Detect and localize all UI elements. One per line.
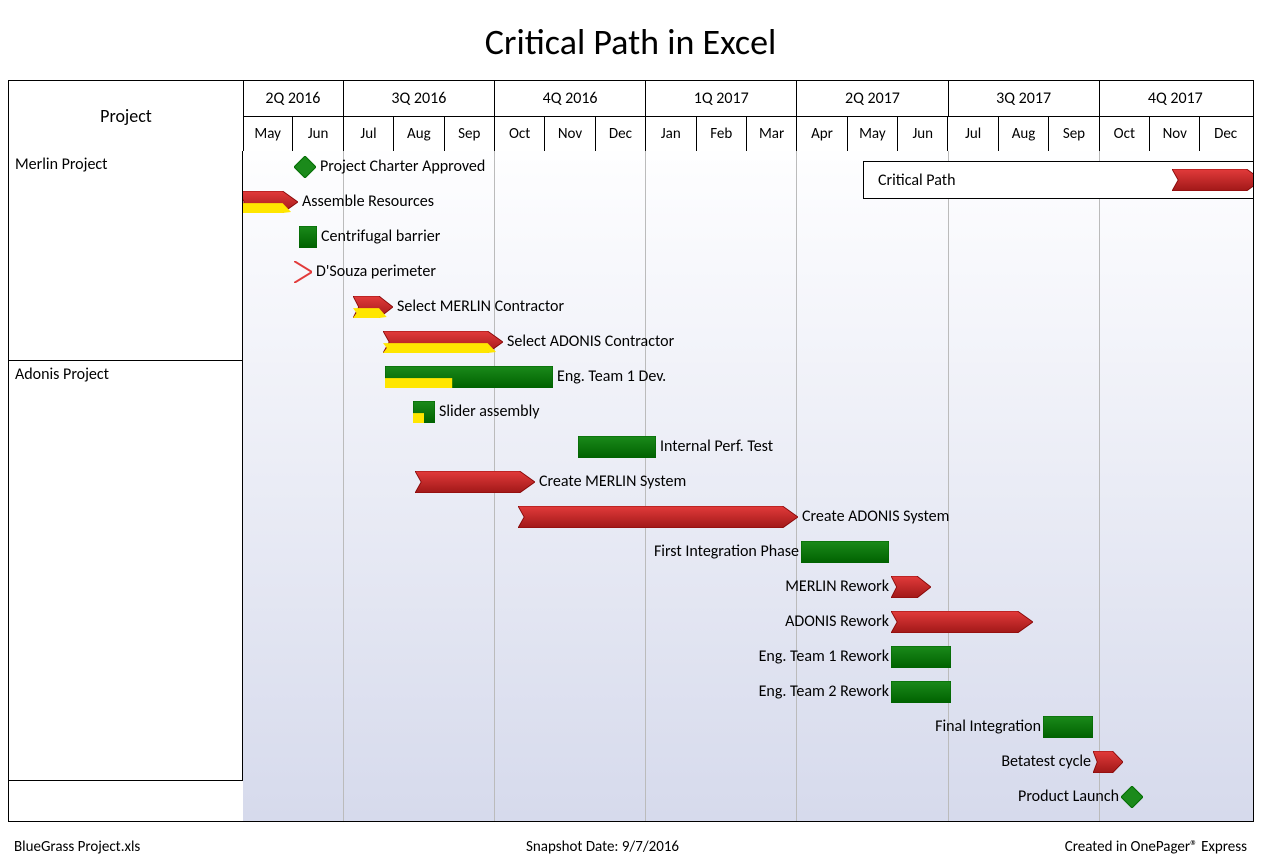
task-bar[interactable] [299, 226, 317, 248]
gantt-row: Product Launch [243, 781, 1253, 816]
month-header: Nov [1150, 116, 1200, 151]
month-header: Oct [495, 116, 545, 151]
task-bar[interactable] [891, 646, 951, 668]
arrow-outline-icon[interactable] [294, 261, 312, 283]
milestone-diamond-icon[interactable] [294, 156, 316, 178]
gantt-row: Select MERLIN Contractor [243, 291, 1253, 326]
chart-title: Critical Path in Excel [0, 0, 1261, 74]
gantt-row: Internal Perf. Test [243, 431, 1253, 466]
quarter-header: 2Q 2017 [797, 81, 948, 116]
gantt-row: Eng. Team 1 Rework [243, 641, 1253, 676]
critical-arrow-icon[interactable] [518, 506, 798, 528]
task-bar[interactable] [385, 366, 553, 388]
month-header: Jan [646, 116, 696, 151]
gantt-row: Create MERLIN System [243, 466, 1253, 501]
legend-shape-icon [1172, 169, 1253, 191]
month-header: Jun [898, 116, 948, 151]
gantt-row: Select ADONIS Contractor [243, 326, 1253, 361]
gantt-row: MERLIN Rework [243, 571, 1253, 606]
month-header: Dec [596, 116, 646, 151]
task-label: Slider assembly [439, 402, 540, 421]
task-label: Select ADONIS Contractor [507, 332, 674, 351]
task-bar[interactable] [891, 681, 951, 703]
task-label: Final Integration [935, 717, 1041, 736]
task-label: Eng. Team 1 Rework [759, 647, 889, 666]
month-header: Feb [697, 116, 747, 151]
task-bar[interactable] [1043, 716, 1093, 738]
gantt-plot: Critical Path Project Charter Approved As… [243, 151, 1253, 821]
group-cell: Adonis Project [9, 361, 243, 781]
quarter-header: 4Q 2017 [1100, 81, 1251, 116]
critical-arrow-icon[interactable] [1093, 751, 1123, 773]
task-label: Eng. Team 2 Rework [759, 682, 889, 701]
month-header: Jul [344, 116, 394, 151]
month-header: May [848, 116, 898, 151]
gantt-row: D'Souza perimeter [243, 256, 1253, 291]
project-header: Project [9, 81, 244, 152]
task-label: MERLIN Rework [785, 577, 889, 596]
month-header: Aug [394, 116, 444, 151]
footer-center: Snapshot Date: 9/7/2016 [526, 838, 679, 862]
task-label: Internal Perf. Test [660, 437, 773, 456]
quarter-header: 1Q 2017 [646, 81, 797, 116]
task-bar[interactable] [578, 436, 656, 458]
gantt-row: Create ADONIS System [243, 501, 1253, 536]
critical-arrow-icon[interactable] [353, 296, 393, 318]
quarter-header: 2Q 2016 [243, 81, 344, 116]
page: Critical Path in Excel Project 2Q 20163Q… [0, 0, 1261, 862]
task-label: Assemble Resources [302, 192, 434, 211]
task-label: Eng. Team 1 Dev. [557, 367, 666, 386]
month-header: Sep [1049, 116, 1099, 151]
gantt-row: First Integration Phase [243, 536, 1253, 571]
critical-arrow-icon[interactable] [243, 191, 298, 213]
legend: Critical Path [863, 161, 1253, 199]
critical-arrow-icon[interactable] [891, 576, 931, 598]
gantt-row: Eng. Team 1 Dev. [243, 361, 1253, 396]
quarter-header-row: 2Q 20163Q 20164Q 20161Q 20172Q 20173Q 20… [243, 81, 1253, 117]
month-header: Oct [1100, 116, 1150, 151]
task-label: Create MERLIN System [539, 472, 686, 491]
task-bar[interactable] [801, 541, 889, 563]
critical-arrow-icon[interactable] [415, 471, 535, 493]
quarter-header: 3Q 2017 [949, 81, 1100, 116]
month-header: Jul [948, 116, 998, 151]
legend-label: Critical Path [878, 171, 1172, 190]
month-header: Mar [747, 116, 797, 151]
gantt-row: ADONIS Rework [243, 606, 1253, 641]
gantt-row: Eng. Team 2 Rework [243, 676, 1253, 711]
milestone-diamond-icon[interactable] [1121, 786, 1143, 808]
footer-right: Created in OnePager® Express [1065, 838, 1247, 862]
month-header: Nov [545, 116, 595, 151]
task-bar[interactable] [413, 401, 435, 423]
task-label: First Integration Phase [654, 542, 799, 561]
task-label: Product Launch [1018, 787, 1119, 806]
critical-arrow-icon[interactable] [891, 611, 1033, 633]
month-header: Jun [293, 116, 343, 151]
quarter-header: 3Q 2016 [344, 81, 495, 116]
task-label: ADONIS Rework [785, 612, 889, 631]
gantt-row: Slider assembly [243, 396, 1253, 431]
gantt-row: Centrifugal barrier [243, 221, 1253, 256]
month-header-row: MayJunJulAugSepOctNovDecJanFebMarAprMayJ… [243, 116, 1253, 152]
month-header: Aug [999, 116, 1049, 151]
task-label: Create ADONIS System [802, 507, 949, 526]
task-label: Select MERLIN Contractor [397, 297, 564, 316]
footer-left: BlueGrass Project.xls [14, 838, 140, 862]
group-cell: Merlin Project [9, 151, 243, 361]
gantt-row: Betatest cycle [243, 746, 1253, 781]
gantt-row: Final Integration [243, 711, 1253, 746]
task-label: Betatest cycle [1001, 752, 1091, 771]
task-label: Centrifugal barrier [321, 227, 440, 246]
footer: BlueGrass Project.xls Snapshot Date: 9/7… [8, 838, 1253, 862]
group-panel: Merlin ProjectAdonis Project [9, 151, 243, 821]
chart-frame: Project 2Q 20163Q 20164Q 20161Q 20172Q 2… [8, 80, 1254, 822]
month-header: Apr [797, 116, 847, 151]
task-label: D'Souza perimeter [316, 262, 436, 281]
month-header: May [243, 116, 293, 151]
quarter-header: 4Q 2016 [495, 81, 646, 116]
month-header: Dec [1200, 116, 1250, 151]
critical-arrow-icon[interactable] [383, 331, 503, 353]
task-label: Project Charter Approved [320, 157, 485, 176]
month-header: Sep [445, 116, 495, 151]
